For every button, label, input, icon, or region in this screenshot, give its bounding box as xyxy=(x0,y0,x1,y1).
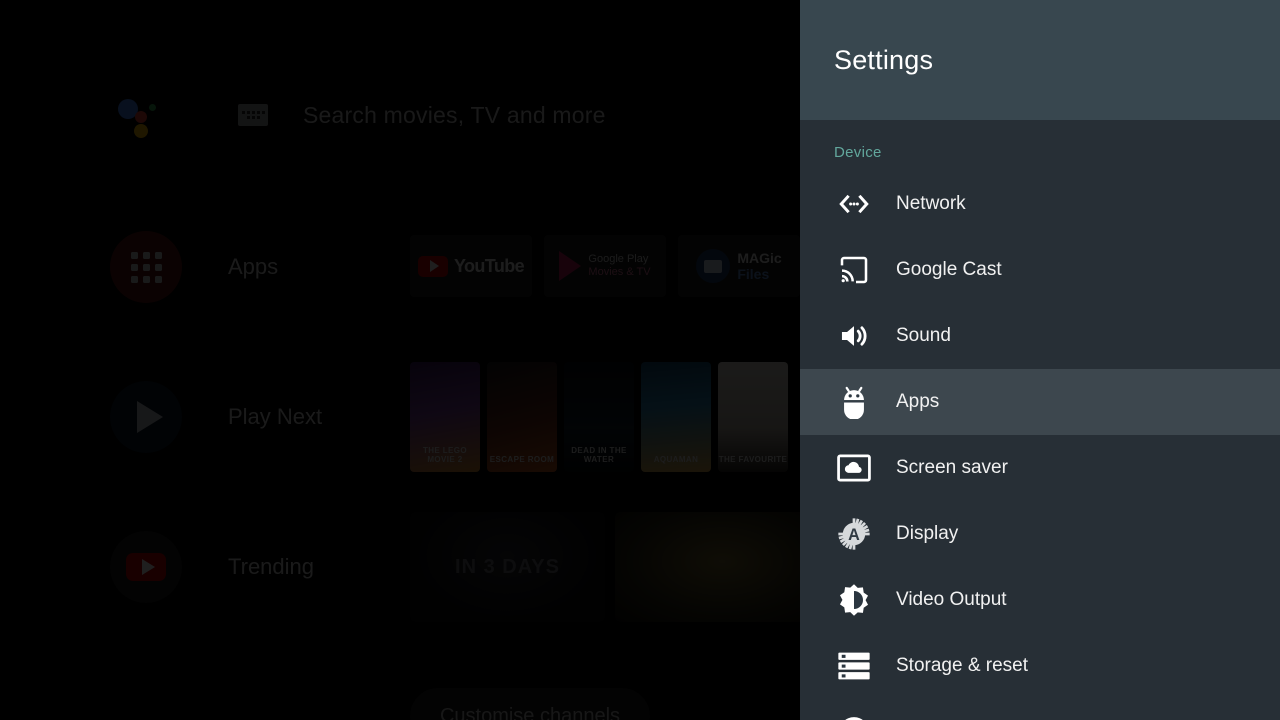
search-placeholder: Search movies, TV and more xyxy=(303,101,606,128)
customise-channels-label: Customise channels xyxy=(439,704,621,720)
apps-grid-icon xyxy=(110,231,182,303)
screensaver-icon xyxy=(834,448,874,488)
poster-item[interactable]: The Favourite xyxy=(718,362,788,472)
settings-item-screen-saver[interactable]: Screen saver xyxy=(800,435,1280,501)
play-next-list: The Lego Movie 2 Escape Room Dead in the… xyxy=(410,362,788,472)
youtube-icon xyxy=(417,255,448,277)
settings-item-label: Network xyxy=(896,193,966,214)
settings-item-label: Video Output xyxy=(896,589,1007,610)
poster-title: The Favourite xyxy=(718,455,788,464)
settings-item-partial-next[interactable] xyxy=(800,699,1280,720)
android-icon xyxy=(834,382,874,422)
app-tile-label-line1: Google Play xyxy=(588,253,649,266)
magic-files-icon xyxy=(696,249,731,283)
settings-group-label: Device xyxy=(834,144,882,161)
settings-menu: Network Google Cast Sound Apps Screen sa… xyxy=(800,171,1280,720)
app-tile-label-line1: MAGic xyxy=(737,249,782,266)
settings-item-network[interactable]: Network xyxy=(800,171,1280,237)
app-tile-list: YouTube Google Play Movies & TV MAGic Fi… xyxy=(410,235,800,297)
app-tile-label-line2: Movies & TV xyxy=(588,266,651,278)
home-row-label: Play Next xyxy=(228,404,323,429)
storage-icon xyxy=(834,646,874,686)
android-tv-screen: Search movies, TV and more Apps YouTube … xyxy=(0,0,1280,720)
google-assistant-icon xyxy=(118,93,162,138)
poster-title: Escape Room xyxy=(489,455,555,464)
settings-item-apps[interactable]: Apps xyxy=(800,369,1280,435)
settings-item-display[interactable]: A Display xyxy=(800,501,1280,567)
trending-item[interactable] xyxy=(615,512,800,622)
network-icon xyxy=(834,184,874,224)
poster-item[interactable]: Escape Room xyxy=(487,362,557,472)
customise-channels-button[interactable]: Customise channels xyxy=(410,688,650,720)
settings-header: Settings xyxy=(800,0,1280,120)
play-triangle-icon xyxy=(110,381,182,453)
svg-text:A: A xyxy=(848,526,860,544)
home-row-trending[interactable]: Trending xyxy=(110,531,314,603)
poster-item[interactable]: The Lego Movie 2 xyxy=(410,362,480,472)
page-title: Settings xyxy=(834,44,934,75)
settings-item-label: Sound xyxy=(896,325,951,346)
app-tile-google-play-movies[interactable]: Google Play Movies & TV xyxy=(544,235,666,297)
settings-item-label: Apps xyxy=(896,391,940,412)
settings-item-google-cast[interactable]: Google Cast xyxy=(800,237,1280,303)
app-tile-label: YouTube xyxy=(453,255,525,276)
settings-item-label: Storage & reset xyxy=(896,655,1029,676)
search-bar[interactable]: Search movies, TV and more xyxy=(118,92,606,138)
home-row-play-next[interactable]: Play Next xyxy=(110,381,322,453)
home-row-label: Apps xyxy=(228,254,279,279)
settings-item-video-output[interactable]: Video Output xyxy=(800,567,1280,633)
home-row-label: Trending xyxy=(228,554,315,579)
poster-title: Aquaman xyxy=(653,455,699,464)
cast-icon xyxy=(834,250,874,290)
poster-title: Dead in the Water xyxy=(571,446,627,464)
trending-list: IN 3 DAYS xyxy=(410,512,800,622)
trending-item[interactable]: IN 3 DAYS xyxy=(410,512,605,622)
app-tile-label-line2: Files xyxy=(737,266,770,282)
home-row-apps[interactable]: Apps xyxy=(110,231,278,303)
settings-item-label: Google Cast xyxy=(896,259,1002,280)
auto-brightness-icon: A xyxy=(834,514,874,554)
poster-item[interactable]: Dead in the Water xyxy=(564,362,634,472)
trending-title: IN 3 DAYS xyxy=(455,555,560,578)
home-screen-background: Search movies, TV and more Apps YouTube … xyxy=(0,0,800,720)
settings-item-storage-reset[interactable]: Storage & reset xyxy=(800,633,1280,699)
brightness-icon xyxy=(834,580,874,620)
poster-title: The Lego Movie 2 xyxy=(422,446,468,464)
play-store-icon xyxy=(559,251,582,281)
settings-item-sound[interactable]: Sound xyxy=(800,303,1280,369)
settings-item-label: Display xyxy=(896,523,959,544)
app-tile-magic-files[interactable]: MAGic Files xyxy=(678,235,800,297)
poster-item[interactable]: Aquaman xyxy=(641,362,711,472)
settings-panel: Settings Device Network Google Cast Soun… xyxy=(800,0,1280,720)
circle-icon xyxy=(834,712,874,720)
volume-icon xyxy=(834,316,874,356)
app-tile-youtube[interactable]: YouTube xyxy=(410,235,532,297)
settings-item-label: Screen saver xyxy=(896,457,1008,478)
keyboard-icon[interactable] xyxy=(238,104,268,126)
youtube-icon xyxy=(110,531,182,603)
